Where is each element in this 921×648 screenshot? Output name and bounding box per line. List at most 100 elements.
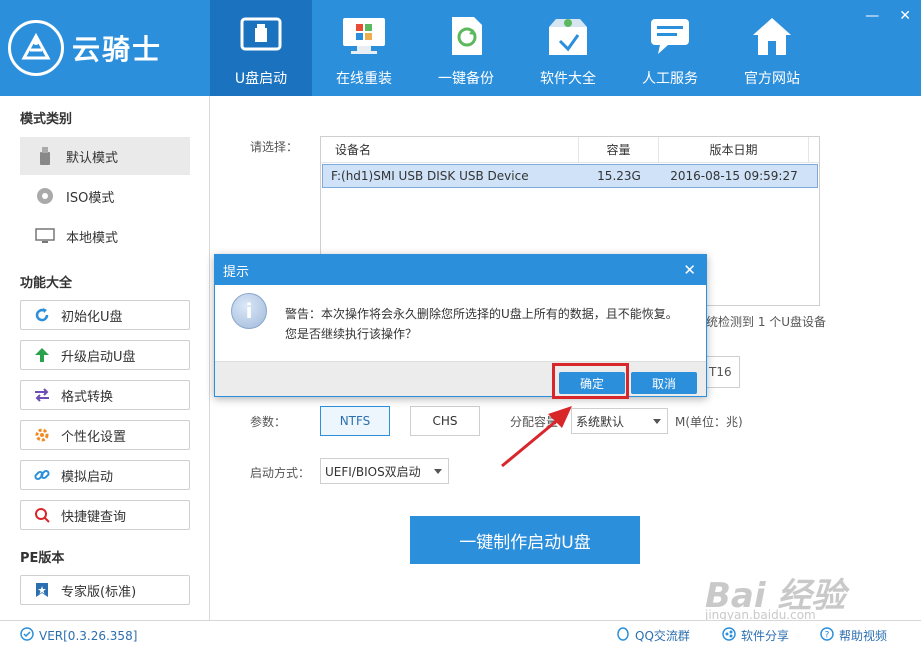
simulate-boot-button[interactable]: 模拟启动 <box>20 460 190 490</box>
close-window-button[interactable]: ✕ <box>899 8 911 24</box>
chevron-down-icon <box>434 469 442 474</box>
alloc-value: 系统默认 <box>576 414 625 429</box>
pe-section-title: PE版本 <box>20 551 65 566</box>
disc-icon <box>32 187 58 205</box>
nav-usb-boot[interactable]: U盘启动 <box>210 0 312 96</box>
nav-label: 软件大全 <box>540 71 596 87</box>
device-size: 15.23G <box>597 169 641 183</box>
select-label: 请选择： <box>250 140 299 154</box>
dialog-message-line2: 您是否继续执行该操作？ <box>285 327 418 341</box>
share-icon <box>722 627 736 644</box>
monitor-icon <box>32 228 58 244</box>
nav-manual-service[interactable]: 人工服务 <box>619 0 721 96</box>
chs-button[interactable]: CHS <box>410 406 480 436</box>
monitor-windows-icon <box>339 14 389 58</box>
device-date: 2016-08-15 09:59:27 <box>670 169 798 183</box>
home-icon <box>747 14 797 58</box>
unit-label: M(单位：兆) <box>675 415 743 429</box>
init-usb-button[interactable]: 初始化U盘 <box>20 300 190 330</box>
swap-arrows-icon <box>31 388 53 402</box>
func-label: 模拟启动 <box>61 469 114 485</box>
nav-label: 官方网站 <box>744 71 800 87</box>
upgrade-usb-button[interactable]: 升级启动U盘 <box>20 340 190 370</box>
help-icon: ? <box>820 627 834 644</box>
nav-label: U盘启动 <box>234 71 288 87</box>
dialog-titlebar: 提示 ✕ <box>215 255 706 285</box>
device-name: F:(hd1)SMI USB DISK USB Device <box>331 169 529 183</box>
info-icon: i <box>231 293 267 329</box>
mode-section-title: 模式类别 <box>20 112 73 127</box>
func-label: 快捷键查询 <box>61 509 127 525</box>
mode-label: 本地模式 <box>66 230 119 246</box>
nav-label: 在线重装 <box>336 71 392 87</box>
share-link[interactable]: 软件分享 <box>722 627 789 644</box>
nav-label: 一键备份 <box>438 71 494 87</box>
dialog-title: 提示 <box>223 264 250 280</box>
usb-icon <box>236 14 286 58</box>
nav-one-key-backup[interactable]: 一键备份 <box>415 0 517 96</box>
make-boot-usb-button[interactable]: 一键制作启动U盘 <box>410 516 640 564</box>
mode-label: ISO模式 <box>66 190 115 206</box>
dialog-footer: 确定 取消 <box>215 361 706 396</box>
func-label: 升级启动U盘 <box>61 349 136 365</box>
sidebar: 模式类别 默认模式 ISO模式 本地模式 功能大全 初始化U盘 升级启动U盘 格… <box>0 96 210 620</box>
bookmark-icon <box>31 582 53 598</box>
search-icon <box>31 507 53 523</box>
hotkey-query-button[interactable]: 快捷键查询 <box>20 500 190 530</box>
device-row[interactable]: F:(hd1)SMI USB DISK USB Device 15.23G 20… <box>322 164 818 188</box>
version-info: VER[0.3.26.358] <box>20 627 137 644</box>
nav-official-site[interactable]: 官方网站 <box>721 0 823 96</box>
help-video-link[interactable]: ? 帮助视频 <box>820 627 887 644</box>
mode-iso[interactable]: ISO模式 <box>20 177 190 215</box>
minimize-button[interactable]: — <box>865 8 879 24</box>
chat-service-icon <box>645 14 695 58</box>
nav-software[interactable]: 软件大全 <box>517 0 619 96</box>
func-label: 初始化U盘 <box>61 309 123 325</box>
dialog-message-line1: 警告：本次操作将会永久删除您所选择的U盘上所有的数据，且不能恢复。 <box>285 307 678 321</box>
cancel-button[interactable]: 取消 <box>631 372 697 394</box>
boot-mode-label: 启动方式： <box>250 466 311 480</box>
app-logo: 云骑士 <box>8 10 208 86</box>
qq-label: QQ交流群 <box>635 629 690 643</box>
qq-icon <box>616 627 630 644</box>
software-box-icon <box>543 14 593 58</box>
version-text: VER[0.3.26.358] <box>39 628 138 643</box>
alloc-select[interactable]: 系统默认 <box>571 408 668 434</box>
params-label: 参数： <box>250 415 287 429</box>
gear-icon <box>31 427 53 443</box>
partial-button[interactable]: T16 <box>704 356 740 388</box>
check-circle-icon <box>20 627 34 644</box>
mode-label: 默认模式 <box>66 150 119 166</box>
detect-status: 统检测到 1 个U盘设备 <box>706 315 827 329</box>
nav-online-reinstall[interactable]: 在线重装 <box>313 0 415 96</box>
share-label: 软件分享 <box>741 629 790 643</box>
top-bar: 云骑士 U盘启动 在线重装 一键备份 软件大全 人工服务 官方网站 — ✕ <box>0 0 921 96</box>
backup-refresh-icon <box>441 14 491 58</box>
boot-mode-value: UEFI/BIOS双启动 <box>325 464 421 479</box>
refresh-icon <box>31 307 53 323</box>
app-title: 云骑士 <box>72 33 163 66</box>
mode-default[interactable]: 默认模式 <box>20 137 190 175</box>
func-label: 格式转换 <box>61 389 114 405</box>
arrow-up-icon <box>31 347 53 363</box>
boot-mode-select[interactable]: UEFI/BIOS双启动 <box>320 458 449 484</box>
mode-local[interactable]: 本地模式 <box>20 217 190 255</box>
chevron-down-icon <box>653 419 661 424</box>
column-date[interactable]: 版本日期 <box>659 137 809 162</box>
close-icon[interactable]: ✕ <box>683 261 696 279</box>
pe-label: 专家版(标准) <box>61 584 137 600</box>
qq-group-link[interactable]: QQ交流群 <box>616 627 690 644</box>
format-convert-button[interactable]: 格式转换 <box>20 380 190 410</box>
window-controls: — ✕ <box>865 8 911 24</box>
ntfs-button[interactable]: NTFS <box>320 406 390 436</box>
personalize-button[interactable]: 个性化设置 <box>20 420 190 450</box>
pe-version-button[interactable]: 专家版(标准) <box>20 575 190 605</box>
warning-dialog: 提示 ✕ i 警告：本次操作将会永久删除您所选择的U盘上所有的数据，且不能恢复。… <box>214 254 707 397</box>
svg-text:?: ? <box>825 631 830 641</box>
highlight-box <box>552 363 629 399</box>
column-device-name[interactable]: 设备名 <box>321 137 579 162</box>
nav-label: 人工服务 <box>642 71 698 87</box>
alloc-label: 分配容量： <box>510 415 571 429</box>
column-size[interactable]: 容量 <box>579 137 659 162</box>
device-list-header: 设备名 容量 版本日期 <box>321 137 819 163</box>
